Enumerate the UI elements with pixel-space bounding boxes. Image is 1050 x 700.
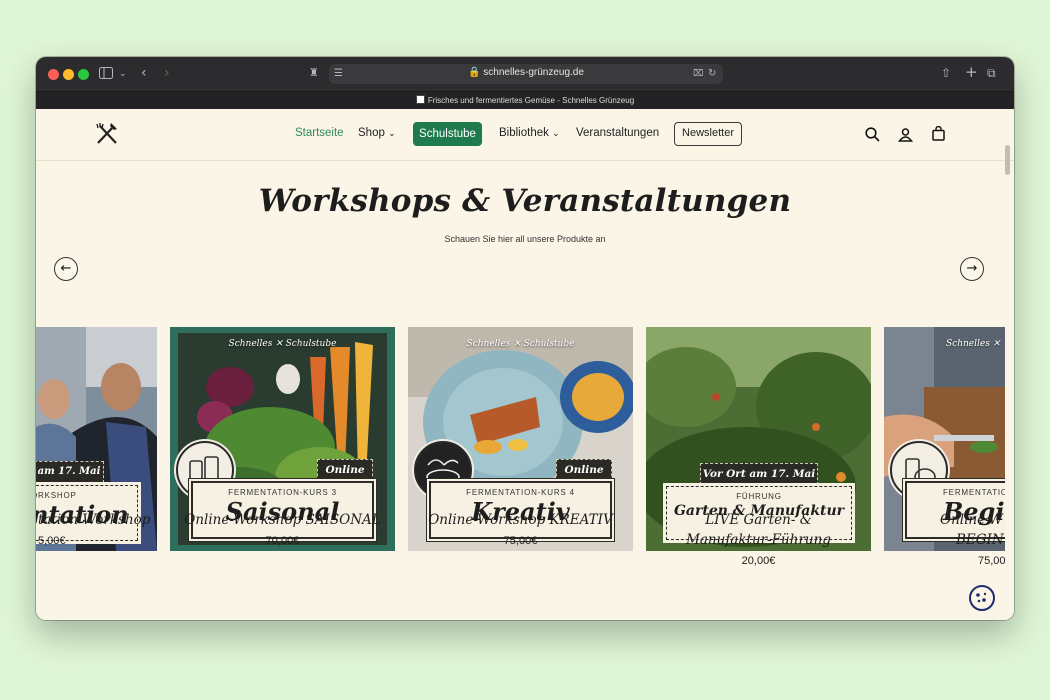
card-price: 75,00 bbox=[978, 555, 1005, 567]
section-subtitle: Schauen Sie hier all unsere Produkte an bbox=[444, 234, 606, 244]
arrow-left-icon: ← bbox=[60, 261, 72, 276]
arrow-right-icon: → bbox=[966, 261, 978, 276]
fork-spade-logo-icon bbox=[96, 123, 117, 144]
account-icon[interactable] bbox=[897, 127, 914, 146]
card-price: 75,00€ bbox=[503, 535, 538, 547]
nav-veranstaltungen[interactable]: Veranstaltungen bbox=[576, 127, 659, 139]
site-logo[interactable] bbox=[94, 121, 120, 147]
card-badge: am 17. Mai bbox=[36, 461, 104, 483]
chevron-down-icon[interactable]: ⌄ bbox=[119, 67, 127, 81]
close-window-button[interactable] bbox=[48, 69, 59, 80]
active-tab[interactable]: Frisches und fermentiertes Gemüse - Schn… bbox=[36, 95, 1014, 105]
back-icon[interactable]: ‹ bbox=[141, 66, 147, 80]
watermark-left: Schnelles bbox=[228, 339, 273, 349]
site-header: Startseite Shop ⌄ Schulstube Bibliothek … bbox=[36, 109, 1014, 161]
card-title[interactable]: tation Workshop bbox=[36, 510, 157, 530]
card-kicker: FERMENTATION-KURS 3 bbox=[228, 488, 337, 497]
translate-icon[interactable]: ⌧ bbox=[693, 67, 703, 81]
url-text: 🔒 schnelles-grünzeug.de bbox=[468, 67, 584, 78]
nav-shop[interactable]: Shop ⌄ bbox=[358, 127, 396, 139]
page-scrollbar[interactable] bbox=[1005, 145, 1010, 175]
nav-bibliothek-label: Bibliothek bbox=[499, 127, 549, 139]
tab-overview-icon[interactable]: ⧉ bbox=[987, 66, 996, 80]
sidebar-toggle-icon[interactable] bbox=[99, 67, 113, 82]
tab-strip: Frisches und fermentiertes Gemüse - Schn… bbox=[36, 91, 1014, 109]
card-kicker: FERMENTATIO bbox=[943, 488, 1005, 497]
search-icon[interactable] bbox=[865, 127, 880, 146]
watermark-right: Schulstube bbox=[285, 339, 337, 349]
share-icon[interactable]: ⇧ bbox=[941, 66, 951, 80]
carousel-next-button[interactable]: → bbox=[960, 257, 984, 281]
nav-shop-label: Shop bbox=[358, 127, 385, 139]
cart-icon[interactable] bbox=[932, 125, 945, 145]
card-title-line-2: Manufaktur-Führung bbox=[686, 532, 831, 548]
address-bar[interactable]: ☰ 🔒 schnelles-grünzeug.de ⌧ ↻ bbox=[329, 64, 723, 84]
favicon-icon bbox=[415, 95, 425, 104]
browser-window: ⌄ ‹ › ♜ ☰ 🔒 schnelles-grünzeug.de ⌧ ↻ ⇧ … bbox=[36, 57, 1014, 620]
card-badge: Vor Ort am 17. Mai bbox=[700, 463, 818, 485]
nav-startseite[interactable]: Startseite bbox=[295, 127, 344, 139]
chevron-down-icon: ⌄ bbox=[552, 128, 560, 138]
extension-icon[interactable]: ♜ bbox=[309, 66, 319, 80]
minimize-window-button[interactable] bbox=[63, 69, 74, 80]
nav-schulstube-button[interactable]: Schulstube bbox=[413, 122, 482, 146]
nav-bibliothek[interactable]: Bibliothek ⌄ bbox=[499, 127, 560, 139]
card-price: 70,00€ bbox=[265, 535, 300, 547]
cookie-icon bbox=[976, 592, 987, 603]
nav-newsletter-button[interactable]: Newsletter bbox=[674, 122, 742, 146]
browser-toolbar: ⌄ ‹ › ♜ ☰ 🔒 schnelles-grünzeug.de ⌧ ↻ ⇧ … bbox=[36, 57, 1014, 91]
web-page: Startseite Shop ⌄ Schulstube Bibliothek … bbox=[36, 109, 1014, 620]
zoom-window-button[interactable] bbox=[78, 69, 89, 80]
card-kicker: ORKSHOP bbox=[36, 491, 77, 500]
card-title[interactable]: Online-Workshop SAISONAL bbox=[170, 510, 395, 530]
card-title-line-1: Online-W bbox=[940, 512, 1003, 528]
cookie-settings-button[interactable] bbox=[969, 585, 995, 611]
card-kicker: FERMENTATION-KURS 4 bbox=[466, 488, 575, 497]
watermark-left: Schnelles bbox=[946, 339, 990, 349]
chevron-down-icon: ⌄ bbox=[388, 128, 396, 138]
watermark-right: Schulstube bbox=[523, 339, 575, 349]
card-title-line-2: BEGIN bbox=[956, 532, 1004, 548]
card-watermark: Schnelles ✕ Schulstube bbox=[228, 339, 337, 349]
card-price: 5,00€ bbox=[38, 535, 66, 547]
card-title[interactable]: LIVE Garten- & Manufaktur-Führung bbox=[646, 510, 871, 550]
card-kicker: FÜHRUNG bbox=[736, 492, 782, 501]
card-watermark: Schnelles ✕ bbox=[946, 339, 1001, 349]
section-title: Workshops & Veranstaltungen bbox=[258, 183, 792, 219]
card-title[interactable]: Online-W BEGIN bbox=[884, 510, 1005, 550]
forward-icon[interactable]: › bbox=[164, 66, 170, 80]
new-tab-icon[interactable]: + bbox=[965, 65, 978, 80]
carousel-prev-button[interactable]: ← bbox=[54, 257, 78, 281]
watermark-left: Schnelles bbox=[466, 339, 511, 349]
card-title-line-1: LIVE Garten- & bbox=[705, 512, 812, 528]
reload-icon[interactable]: ↻ bbox=[708, 67, 716, 81]
card-watermark: Schnelles ✕ Schulstube bbox=[466, 339, 575, 349]
card-title[interactable]: Online-Workshop KREATIV bbox=[408, 510, 633, 530]
card-price: 20,00€ bbox=[741, 555, 776, 567]
card-badge: Online bbox=[317, 459, 373, 481]
card-badge: Online bbox=[556, 459, 612, 481]
